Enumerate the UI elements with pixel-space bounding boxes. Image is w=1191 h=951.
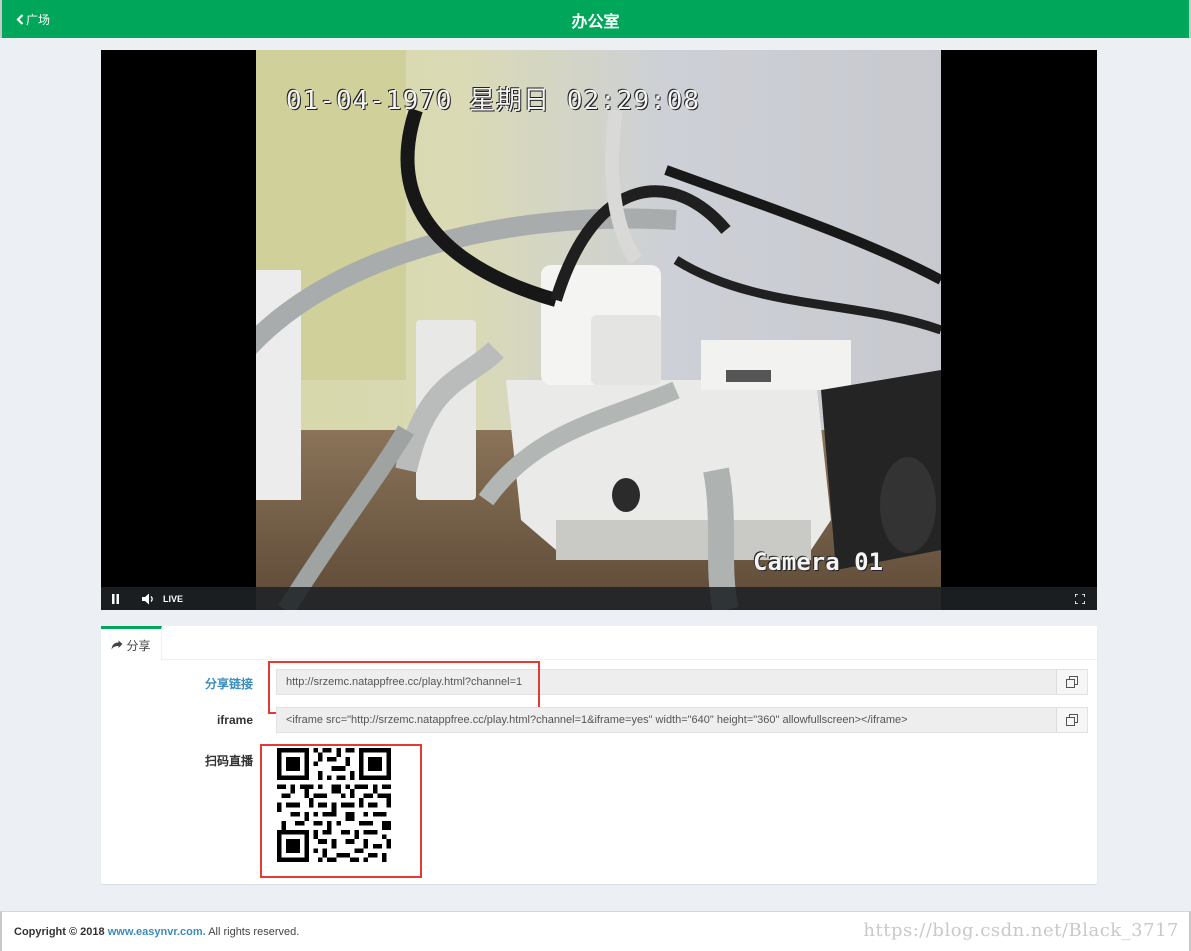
fullscreen-icon <box>1075 593 1085 604</box>
site-link[interactable]: www.easynvr.com. <box>108 926 206 938</box>
player-control-bar: LIVE <box>101 587 1097 610</box>
live-indicator: LIVE <box>163 587 183 610</box>
iframe-label: iframe <box>216 713 253 727</box>
watermark-text: https://blog.csdn.net/Black_3717 <box>863 920 1179 941</box>
video-player[interactable]: 01-04-1970 星期日 02:29:08 Camera 01 LIVE <box>101 50 1097 610</box>
page-title: 办公室 <box>571 14 620 31</box>
tab-share[interactable]: 分享 <box>101 626 162 661</box>
live-label: LIVE <box>163 593 184 604</box>
qr-highlight-annotation <box>260 744 422 878</box>
qr-label: 扫码直播 <box>204 754 253 768</box>
copy-icon <box>1066 714 1078 726</box>
camera-scene <box>256 50 941 610</box>
copy-link-button[interactable] <box>1056 670 1087 694</box>
video-frame <box>256 50 941 610</box>
share-icon <box>111 640 123 650</box>
copy-iframe-button[interactable] <box>1056 708 1087 732</box>
copyright-prefix: Copyright © 2018 <box>14 926 105 938</box>
pause-icon <box>112 593 119 604</box>
tab-share-label: 分享 <box>126 638 151 653</box>
volume-button[interactable] <box>141 587 155 610</box>
share-tabs: 分享 <box>101 626 1097 661</box>
copyright-text: Copyright © 2018 www.easynvr.com. All ri… <box>14 926 299 938</box>
iframe-group <box>276 707 1088 733</box>
copy-icon <box>1066 676 1078 688</box>
share-link-label: 分享链接 <box>204 677 253 691</box>
volume-icon <box>142 593 153 604</box>
pause-button[interactable] <box>111 587 120 610</box>
camera-name-overlay: Camera 01 <box>753 548 884 576</box>
top-navbar: 广场 办公室 <box>0 0 1191 38</box>
rights-text: All rights reserved. <box>208 926 300 938</box>
fullscreen-button[interactable] <box>1075 587 1085 610</box>
video-timestamp-overlay: 01-04-1970 星期日 02:29:08 <box>286 86 701 116</box>
iframe-code-input[interactable] <box>277 708 1056 732</box>
page-footer: Copyright © 2018 www.easynvr.com. All ri… <box>0 911 1191 951</box>
